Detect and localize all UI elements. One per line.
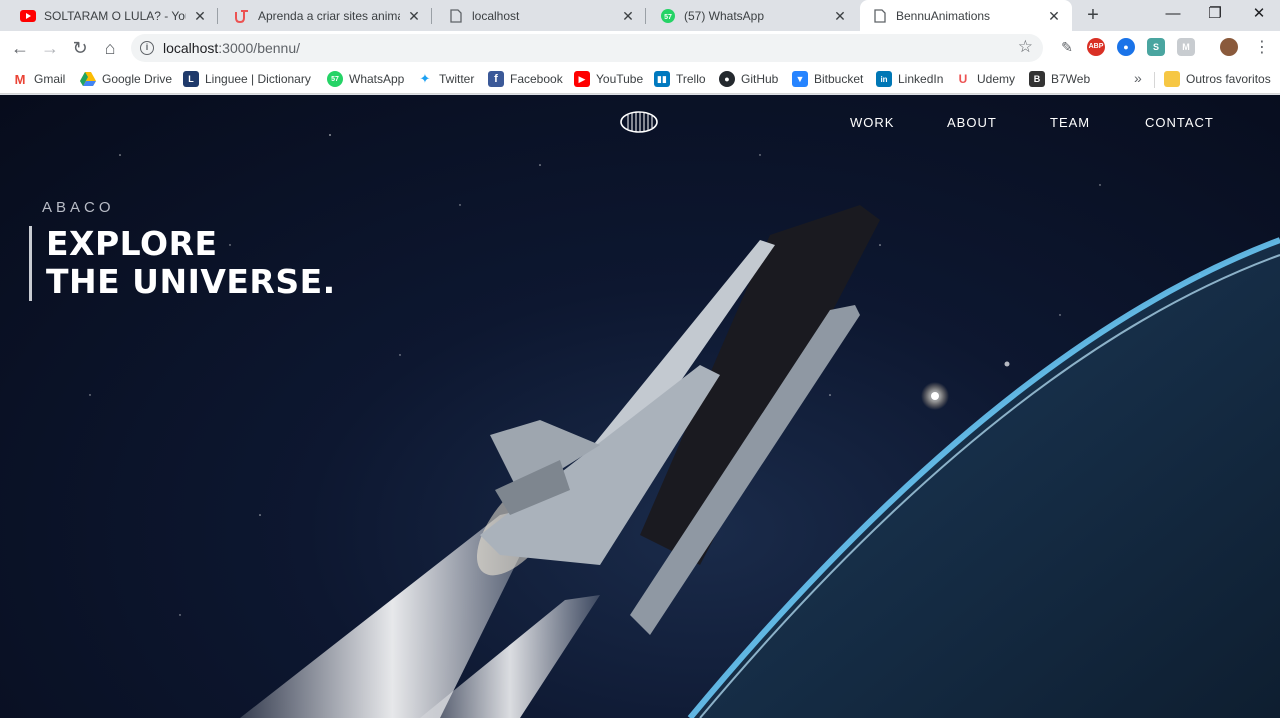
bookmark-udemy[interactable]: U Udemy	[955, 70, 1015, 88]
facebook-icon: f	[488, 71, 504, 87]
extension-eye-icon[interactable]: ●	[1117, 38, 1135, 56]
bookmark-facebook[interactable]: f Facebook	[488, 70, 563, 88]
extension-s-icon[interactable]: S	[1147, 38, 1165, 56]
space-shuttle-hero-image	[89, 134, 1280, 718]
extension-m-icon[interactable]: M	[1177, 38, 1195, 56]
bookmark-linkedin[interactable]: in LinkedIn	[876, 70, 943, 88]
close-icon[interactable]: ✕	[832, 8, 848, 24]
tab-strip: SOLTARAM O LULA? - YouTube ✕ Aprenda a c…	[0, 0, 1280, 31]
twitter-icon: ✦	[419, 71, 431, 86]
forward-button[interactable]: →	[37, 35, 63, 61]
close-icon[interactable]: ✕	[192, 8, 208, 24]
home-button[interactable]: ⌂	[97, 35, 123, 61]
extension-tool-icon[interactable]: ✎	[1058, 38, 1076, 56]
bookmark-gmail[interactable]: M Gmail	[12, 70, 65, 88]
nav-team[interactable]: TEAM	[1050, 115, 1090, 130]
hero-title-line-2: THE UNIVERSE.	[46, 262, 336, 301]
close-icon[interactable]: ✕	[406, 8, 422, 24]
tab-bennu[interactable]: BennuAnimations ✕	[860, 0, 1072, 31]
gmail-icon: M	[12, 71, 28, 87]
back-button[interactable]: ←	[7, 35, 33, 61]
youtube-icon: ▶	[574, 71, 590, 87]
adblock-plus-icon[interactable]: ABP	[1087, 38, 1105, 56]
other-bookmarks-folder[interactable]: Outros favoritos	[1164, 70, 1271, 88]
tab-youtube[interactable]: SOLTARAM O LULA? - YouTube ✕	[8, 0, 218, 31]
whatsapp-icon: 57	[660, 8, 676, 24]
tab-title: Aprenda a criar sites animados	[258, 8, 400, 23]
hero-title: EXPLORE THE UNIVERSE.	[46, 225, 336, 301]
tab-title: (57) WhatsApp	[684, 8, 765, 23]
hero-accent-bar	[29, 226, 32, 301]
google-drive-icon	[80, 71, 96, 87]
svg-text:57: 57	[664, 14, 672, 21]
trello-icon: ▮▮	[654, 71, 670, 87]
tab-udemy[interactable]: Aprenda a criar sites animados ✕	[222, 0, 432, 31]
close-icon[interactable]: ✕	[620, 8, 636, 24]
site-logo[interactable]	[620, 111, 658, 133]
url-text[interactable]: localhost:3000/bennu/	[163, 40, 300, 56]
address-bar[interactable]: i localhost:3000/bennu/ ☆	[131, 34, 1043, 62]
tab-whatsapp[interactable]: 57 (57) WhatsApp ✕	[648, 0, 858, 31]
bookmark-whatsapp[interactable]: 57 WhatsApp	[327, 70, 404, 88]
page-icon	[448, 8, 464, 24]
bookmark-trello[interactable]: ▮▮ Trello	[654, 70, 706, 88]
new-tab-button[interactable]: +	[1082, 4, 1104, 26]
browser-toolbar: ← → ↻ ⌂ i localhost:3000/bennu/ ☆ ✎ ABP …	[0, 31, 1280, 64]
nav-contact[interactable]: CONTACT	[1145, 115, 1214, 130]
linkedin-icon: in	[876, 71, 892, 87]
b7web-icon: B	[1029, 71, 1045, 87]
bookmark-github[interactable]: ● GitHub	[719, 70, 778, 88]
tab-title: BennuAnimations	[896, 8, 991, 23]
restore-button[interactable]: ❐	[1192, 0, 1238, 31]
bookmark-youtube[interactable]: ▶ YouTube	[574, 70, 643, 88]
menu-icon[interactable]: ⋮	[1249, 35, 1275, 61]
bookmark-google-drive[interactable]: Google Drive	[80, 70, 172, 88]
github-icon: ●	[719, 71, 735, 87]
bitbucket-icon: ▼	[792, 71, 808, 87]
tab-title: localhost	[472, 8, 520, 23]
folder-icon	[1164, 71, 1180, 87]
bookmark-b7web[interactable]: B B7Web	[1029, 70, 1090, 88]
bookmarks-overflow-button[interactable]: »	[1134, 70, 1142, 86]
youtube-icon	[20, 8, 36, 24]
close-icon[interactable]: ✕	[1046, 8, 1062, 24]
hero-title-line-1: EXPLORE	[46, 224, 218, 263]
udemy-icon: U	[958, 72, 968, 86]
page-viewport: WORK ABOUT TEAM CONTACT ABACO EXPLORE TH…	[0, 95, 1280, 718]
hero-eyebrow: ABACO	[42, 199, 115, 216]
tab-localhost[interactable]: localhost ✕	[436, 0, 646, 31]
nav-work[interactable]: WORK	[850, 115, 894, 130]
info-icon[interactable]: i	[140, 41, 154, 55]
minimize-button[interactable]: —	[1150, 0, 1196, 31]
linguee-icon: L	[183, 71, 199, 87]
udemy-icon	[234, 8, 250, 24]
window-close-button[interactable]: ✕	[1236, 0, 1280, 31]
bookmark-linguee[interactable]: L Linguee | Dictionary f	[183, 70, 311, 88]
reload-button[interactable]: ↻	[67, 35, 93, 61]
whatsapp-icon: 57	[327, 71, 343, 87]
nav-about[interactable]: ABOUT	[947, 115, 997, 130]
page-icon	[872, 8, 888, 24]
tab-title: SOLTARAM O LULA? - YouTube	[44, 8, 186, 23]
bookmarks-bar: M Gmail Google Drive L Linguee | Dictionar…	[0, 64, 1280, 94]
bookmark-star-icon[interactable]: ☆	[1018, 37, 1033, 57]
bookmark-twitter[interactable]: ✦ Twitter	[417, 70, 475, 88]
avatar[interactable]	[1220, 38, 1238, 56]
bookmark-bitbucket[interactable]: ▼ Bitbucket	[792, 70, 863, 88]
